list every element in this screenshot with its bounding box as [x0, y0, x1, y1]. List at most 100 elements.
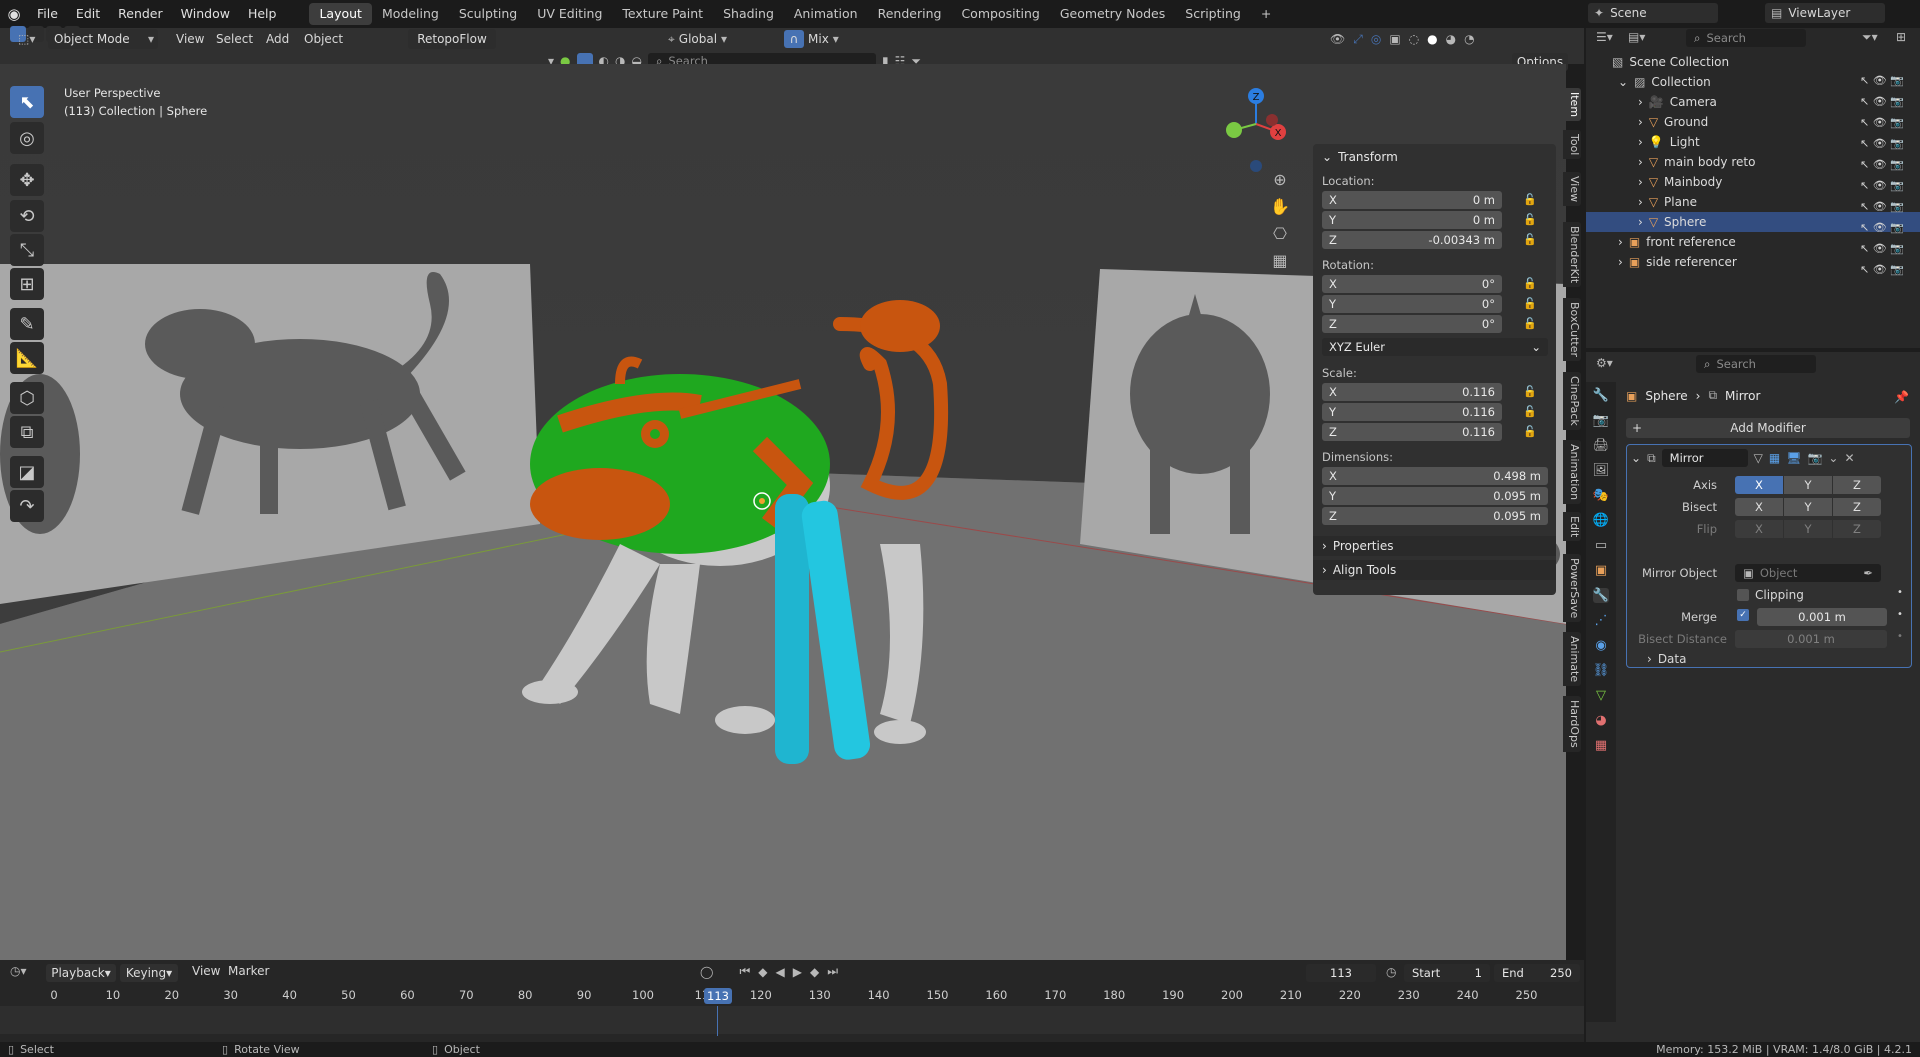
- collection-tab-icon[interactable]: ▭: [1595, 538, 1607, 553]
- sidebar-tab-item[interactable]: Item: [1563, 88, 1581, 122]
- visibility-toggles-row[interactable]: ↖ 👁 📷: [1860, 263, 1904, 276]
- clipping-checkbox-row[interactable]: Clipping: [1737, 588, 1804, 602]
- move-tool[interactable]: ✥: [10, 164, 44, 196]
- transform-panel-header[interactable]: ⌄ Transform: [1322, 150, 1398, 164]
- rotation-z-field[interactable]: Z 0°: [1322, 315, 1502, 333]
- camera-view-icon[interactable]: ⎔: [1270, 224, 1290, 243]
- add-cube-tool[interactable]: ⬡: [10, 382, 44, 414]
- scale-tool[interactable]: ⤡: [10, 234, 44, 266]
- transform-tool[interactable]: ⊞: [10, 268, 44, 300]
- shading-rendered-icon[interactable]: ◔: [1464, 32, 1474, 46]
- edit-mode-toggle-icon[interactable]: ▦: [1769, 451, 1780, 465]
- dimensions-z-field[interactable]: Z 0.095 m: [1322, 507, 1548, 525]
- rotation-y-field[interactable]: Y 0°: [1322, 295, 1502, 313]
- rotation-mode-dropdown[interactable]: XYZ Euler ⌄: [1322, 338, 1548, 356]
- tab-uv-editing[interactable]: UV Editing: [527, 3, 612, 25]
- keyframe-dot-icon[interactable]: •: [1897, 587, 1903, 598]
- visibility-icon[interactable]: 👁: [1330, 32, 1345, 46]
- flip-y-toggle[interactable]: Y: [1784, 520, 1832, 538]
- texture-tab-icon[interactable]: ▦: [1595, 738, 1607, 753]
- tab-animation[interactable]: Animation: [784, 3, 868, 25]
- shading-material-icon[interactable]: ◕: [1446, 32, 1456, 46]
- sidebar-tab-animation[interactable]: Animation: [1563, 440, 1581, 505]
- constraints-tab-icon[interactable]: ⛓: [1593, 663, 1610, 678]
- navigation-gizmo[interactable]: Z X: [1216, 84, 1300, 174]
- pin-icon[interactable]: 📌: [1894, 390, 1909, 404]
- editor-type-button[interactable]: ⬚▾: [18, 28, 35, 50]
- sidebar-tab-edit[interactable]: Edit: [1563, 512, 1581, 542]
- visibility-toggles-row[interactable]: ↖ 👁 📷: [1860, 200, 1904, 213]
- lock-icon[interactable]: 🔓: [1523, 385, 1537, 398]
- lock-icon[interactable]: 🔓: [1523, 297, 1537, 310]
- modifier-name-input[interactable]: Mirror: [1661, 449, 1748, 467]
- bisect-distance-field[interactable]: 0.001 m: [1735, 630, 1887, 648]
- bisect-y-toggle[interactable]: Y: [1784, 498, 1832, 516]
- sidebar-tab-hardops[interactable]: HardOps: [1563, 696, 1581, 752]
- tab-compositing[interactable]: Compositing: [951, 3, 1049, 25]
- blender-logo-icon[interactable]: ◉: [0, 5, 28, 23]
- flip-z-toggle[interactable]: Z: [1833, 520, 1881, 538]
- zoom-icon[interactable]: ⊕: [1270, 170, 1290, 189]
- render-toggle-icon[interactable]: 📷: [1807, 451, 1822, 465]
- bisect-z-toggle[interactable]: Z: [1833, 498, 1881, 516]
- outliner-scene-collection[interactable]: ▧ Scene Collection: [1586, 52, 1920, 72]
- dimensions-x-field[interactable]: X 0.498 m: [1322, 467, 1548, 485]
- modifier-tab-icon[interactable]: 🔧: [1592, 588, 1610, 603]
- menu-select[interactable]: Select: [208, 28, 261, 50]
- add-workspace-button[interactable]: +: [1251, 3, 1281, 25]
- rotate-tool[interactable]: ⟲: [10, 200, 44, 232]
- scale-y-field[interactable]: Y 0.116: [1322, 403, 1502, 421]
- retopoflow-dropdown[interactable]: RetopoFlow: [408, 29, 496, 49]
- lock-icon[interactable]: 🔓: [1523, 425, 1537, 438]
- location-y-field[interactable]: Y 0 m: [1322, 211, 1502, 229]
- lock-icon[interactable]: 🔓: [1523, 193, 1537, 206]
- chevron-down-icon[interactable]: ⌄: [1631, 451, 1641, 465]
- tab-sculpting[interactable]: Sculpting: [449, 3, 527, 25]
- gizmo-y-axis[interactable]: [1226, 122, 1242, 138]
- properties-panel-header[interactable]: › Properties: [1313, 536, 1556, 556]
- scale-z-field[interactable]: Z 0.116: [1322, 423, 1502, 441]
- axis-x-toggle[interactable]: X: [1735, 476, 1783, 494]
- lock-icon[interactable]: 🔓: [1523, 277, 1537, 290]
- gizmo-neg-x[interactable]: [1266, 114, 1278, 126]
- sidebar-tab-view[interactable]: View: [1563, 172, 1581, 207]
- snap-magnet-icon[interactable]: ∩: [784, 30, 804, 48]
- ortho-grid-icon[interactable]: ▦: [1270, 251, 1290, 270]
- visibility-toggles-row[interactable]: ↖ 👁 📷: [1860, 179, 1904, 192]
- menu-edit[interactable]: Edit: [67, 0, 109, 28]
- outliner-display-mode[interactable]: ▤▾: [1628, 30, 1645, 44]
- outliner-search-input[interactable]: ⌕ Search: [1686, 29, 1806, 47]
- data-tab-icon[interactable]: ▽: [1596, 688, 1606, 703]
- sidebar-tab-tool[interactable]: Tool: [1563, 130, 1581, 160]
- sweep-tool[interactable]: ↷: [10, 490, 44, 522]
- axis-z-toggle[interactable]: Z: [1833, 476, 1881, 494]
- merge-distance-field[interactable]: 0.001 m: [1757, 608, 1887, 626]
- lock-icon[interactable]: 🔓: [1523, 213, 1537, 226]
- chevron-down-icon[interactable]: ⌄: [1828, 451, 1838, 465]
- dimensions-y-field[interactable]: Y 0.095 m: [1322, 487, 1548, 505]
- tab-texture-paint[interactable]: Texture Paint: [612, 3, 713, 25]
- tab-modeling[interactable]: Modeling: [372, 3, 449, 25]
- view-layer-tab-icon[interactable]: 🖼: [1593, 463, 1610, 478]
- filter-icon[interactable]: ⏷▾: [1862, 30, 1878, 45]
- shading-solid-icon[interactable]: ●: [1427, 32, 1437, 46]
- object-tab-icon[interactable]: ▣: [1595, 563, 1607, 578]
- visibility-toggles-row[interactable]: ↖ 👁 📷: [1860, 137, 1904, 150]
- menu-view[interactable]: View: [168, 28, 212, 50]
- visibility-toggles-row[interactable]: ↖ 👁 📷: [1860, 95, 1904, 108]
- align-tools-panel-header[interactable]: › Align Tools: [1313, 560, 1556, 580]
- menu-file[interactable]: File: [28, 0, 67, 28]
- data-subpanel-header[interactable]: › Data: [1647, 652, 1686, 666]
- sidebar-tab-animate[interactable]: Animate: [1563, 632, 1581, 687]
- mode-dropdown[interactable]: Object Mode ▾: [48, 29, 158, 49]
- tab-geometry-nodes[interactable]: Geometry Nodes: [1050, 3, 1175, 25]
- render-tab-icon[interactable]: 📷: [1593, 413, 1609, 428]
- scene-selector[interactable]: ✦ Scene: [1588, 3, 1718, 23]
- view-layer-selector[interactable]: ▤ ViewLayer: [1765, 3, 1885, 23]
- axis-y-toggle[interactable]: Y: [1784, 476, 1832, 494]
- gizmo-toggle-icon[interactable]: ⤢: [1353, 32, 1363, 47]
- scale-x-field[interactable]: X 0.116: [1322, 383, 1502, 401]
- visibility-toggles-row[interactable]: ↖ 👁 📷: [1860, 116, 1904, 129]
- output-tab-icon[interactable]: 🖨: [1593, 438, 1610, 453]
- properties-search-input[interactable]: ⌕ Search: [1696, 355, 1816, 373]
